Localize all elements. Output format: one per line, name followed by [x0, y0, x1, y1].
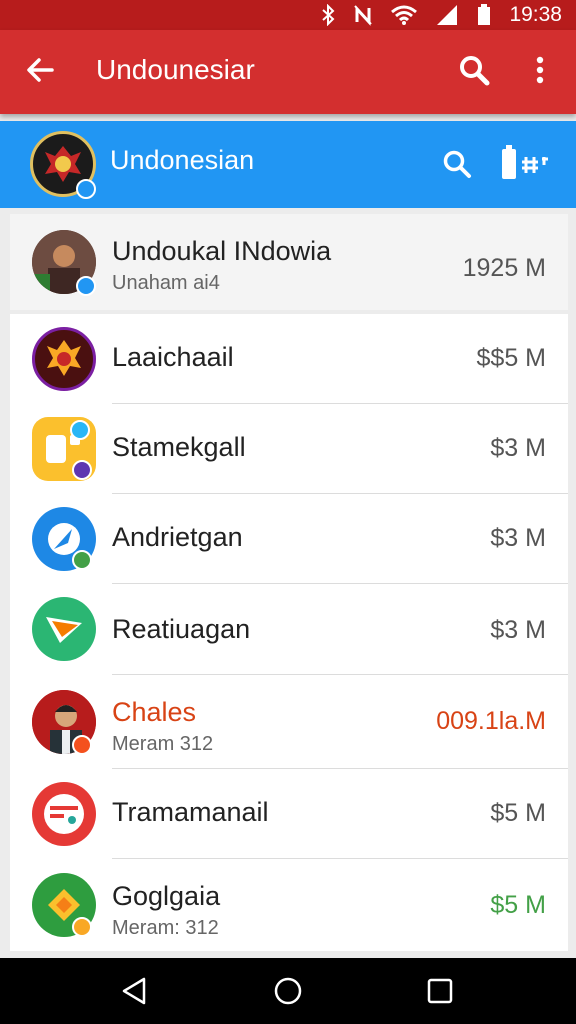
- item-amount: $$5 M: [476, 344, 546, 372]
- list-item[interactable]: Chales Meram 312 009.1la.M: [10, 675, 568, 769]
- search-icon[interactable]: [456, 52, 492, 88]
- orange-badge-icon: [72, 917, 92, 937]
- no-notification-icon: [354, 5, 373, 26]
- green-play-app-icon: [32, 597, 96, 661]
- list-item[interactable]: Laaichaail $$5 M: [10, 314, 568, 404]
- item-name: Undoukal INdowia: [112, 236, 332, 266]
- item-amount: 1925 M: [462, 254, 546, 282]
- verified-badge-icon: [76, 276, 96, 296]
- item-name: Andrietgan: [112, 522, 243, 552]
- account-header-bar: Undonesian: [0, 121, 576, 208]
- list-item[interactable]: Tramamanail $5 M: [10, 769, 568, 859]
- item-name: Goglgaia: [112, 881, 221, 911]
- app-bar: Undounesiar: [0, 30, 576, 114]
- item-amount: $5 M: [490, 799, 546, 827]
- play-badge-icon: [72, 550, 92, 570]
- recents-square-icon[interactable]: [423, 974, 457, 1008]
- more-vert-icon[interactable]: [524, 52, 556, 88]
- back-arrow-icon[interactable]: [22, 52, 58, 88]
- home-circle-icon[interactable]: [271, 974, 305, 1008]
- verified-badge-icon: [76, 179, 96, 199]
- item-name: Chales: [112, 697, 197, 727]
- app-title: Undounesiar: [96, 54, 255, 85]
- item-subtitle: Meram 312: [112, 733, 214, 755]
- item-name: Laaichaail: [112, 342, 234, 372]
- bluetooth-icon: [322, 4, 335, 26]
- wifi-icon: [391, 5, 418, 25]
- battery-icon: [478, 4, 491, 25]
- clock: 19:38: [509, 3, 562, 26]
- list-item[interactable]: Goglgaia Meram: 312 $5 M: [10, 859, 568, 951]
- red-mail-app-icon: [32, 782, 96, 846]
- list-item[interactable]: Andrietgan $3 M: [10, 494, 568, 584]
- back-triangle-icon[interactable]: [118, 974, 152, 1008]
- account-title: Undonesian: [110, 145, 255, 175]
- list-item[interactable]: Stamekgall $3 M: [10, 404, 568, 494]
- check-badge-icon: [72, 460, 92, 480]
- item-name: Tramamanail: [112, 797, 269, 827]
- featured-account-item[interactable]: Undoukal INdowia Unaham ai4 1925 M: [10, 214, 568, 310]
- battery-icon[interactable]: [498, 143, 552, 183]
- orange-badge-icon: [72, 735, 92, 755]
- item-subtitle: Unaham ai4: [112, 272, 220, 294]
- search-icon[interactable]: [440, 147, 474, 181]
- list-item[interactable]: Reatiuagan $3 M: [10, 584, 568, 675]
- item-amount: $3 M: [490, 616, 546, 644]
- item-amount: 009.1la.M: [436, 707, 546, 735]
- system-navigation-bar: [0, 958, 576, 1024]
- item-subtitle: Meram: 312: [112, 917, 219, 939]
- edit-badge-icon: [70, 420, 90, 440]
- item-amount: $3 M: [490, 434, 546, 462]
- status-icons: 19:38: [321, 3, 562, 27]
- status-bar: 19:38: [0, 0, 576, 30]
- garuda-emblem-icon: [32, 327, 96, 391]
- item-name: Reatiuagan: [112, 614, 251, 644]
- item-amount: $5 M: [490, 891, 546, 919]
- item-name: Stamekgall: [112, 432, 246, 462]
- item-amount: $3 M: [490, 524, 546, 552]
- signal-icon: [437, 5, 458, 25]
